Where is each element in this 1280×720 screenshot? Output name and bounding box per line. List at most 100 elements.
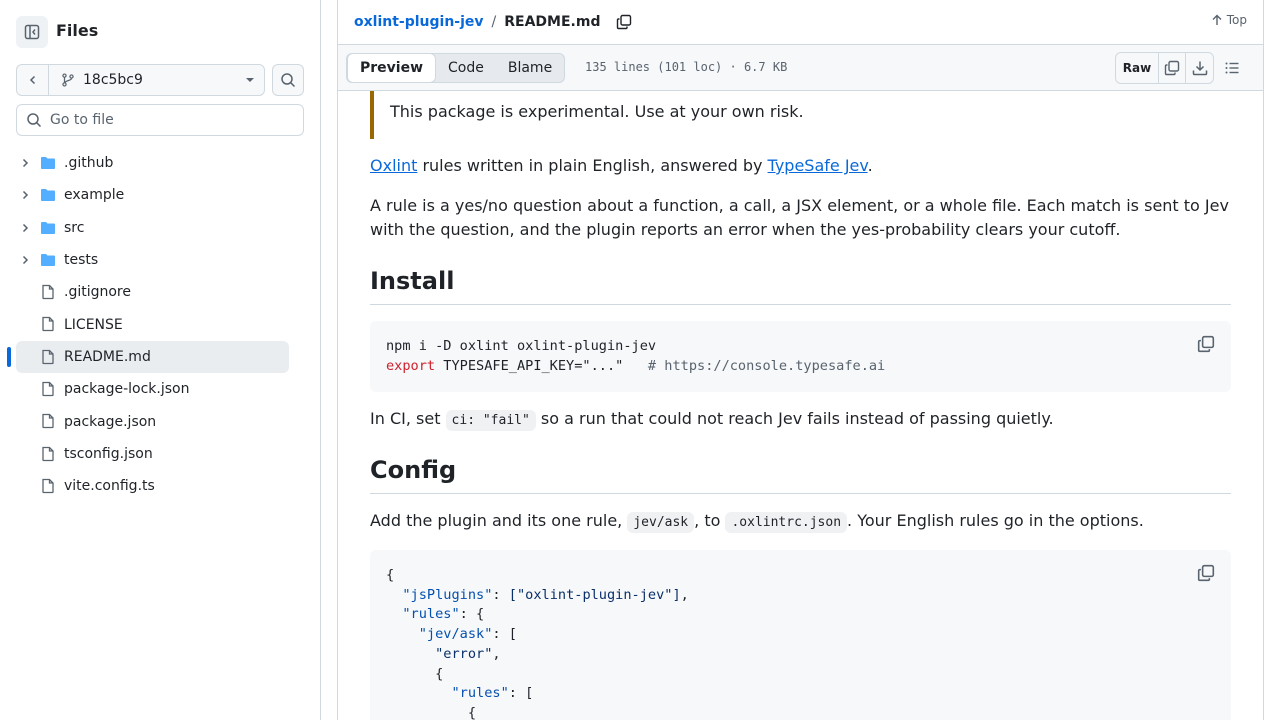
- folder-icon: [40, 155, 56, 171]
- tree-item-label: package.json: [64, 413, 157, 430]
- ci-paragraph: In CI, set ci: "fail" so a run that coul…: [370, 407, 1231, 433]
- file-actions: Raw: [1115, 52, 1214, 84]
- file-viewer: oxlint-plugin-jev / README.md Top Previe…: [337, 0, 1264, 720]
- tree-file[interactable]: LICENSE: [16, 308, 289, 340]
- file-icon: [40, 446, 56, 462]
- top-label: Top: [1226, 13, 1247, 27]
- collapse-sidebar-button[interactable]: [16, 16, 48, 48]
- tree-item-label: package-lock.json: [64, 381, 190, 398]
- install-heading: Install: [370, 266, 1231, 305]
- breadcrumb: oxlint-plugin-jev / README.md: [354, 12, 632, 32]
- branch-selector[interactable]: 18c5bc9: [16, 64, 265, 96]
- outline-button[interactable]: [1218, 56, 1246, 80]
- warning-callout: This package is experimental. Use at you…: [370, 91, 1231, 139]
- folder-icon: [40, 187, 56, 203]
- json-value: "error": [435, 645, 493, 662]
- tree-file[interactable]: tsconfig.json: [16, 438, 289, 470]
- install-code-block: npm i -D oxlint oxlint-plugin-jev export…: [370, 321, 1231, 392]
- file-icon: [40, 381, 56, 397]
- tree-item-label: src: [64, 219, 85, 236]
- sidebar-collapse-icon: [24, 24, 40, 40]
- ci-code: ci: "fail": [445, 410, 536, 431]
- file-icon: [40, 284, 56, 300]
- file-tree: .github example src tests .gitignore LICENSE R…: [7, 147, 289, 502]
- tree-file[interactable]: .gitignore: [16, 276, 289, 308]
- file-icon: [40, 316, 56, 332]
- folder-icon: [40, 252, 56, 268]
- tree-item-label: README.md: [64, 348, 151, 365]
- config-code: { "jsPlugins": ["oxlint-plugin-jev"], "r…: [386, 567, 689, 720]
- intro-end: .: [867, 156, 873, 175]
- copy-icon: [617, 14, 632, 30]
- chevron-right-icon[interactable]: [17, 157, 33, 169]
- search-icon: [27, 113, 42, 128]
- readme-content: This package is experimental. Use at you…: [338, 91, 1263, 720]
- breadcrumb-file: README.md: [504, 14, 601, 30]
- config-paragraph: Add the plugin and its one rule, jev/ask…: [370, 509, 1231, 535]
- json-key: "rules": [451, 685, 509, 702]
- json-key: "rules": [402, 606, 460, 623]
- copy-raw-button[interactable]: [1159, 53, 1186, 83]
- tree-item-label: vite.config.ts: [64, 478, 155, 495]
- raw-button[interactable]: Raw: [1116, 53, 1159, 83]
- copy-icon: [1164, 60, 1180, 76]
- chevron-right-icon[interactable]: [17, 254, 33, 266]
- tree-file[interactable]: package-lock.json: [16, 373, 289, 405]
- tree-item-label: .gitignore: [64, 284, 131, 301]
- code-comment: # https://console.typesafe.ai: [647, 357, 886, 374]
- config-heading: Config: [370, 455, 1231, 494]
- branch-name[interactable]: 18c5bc9: [49, 72, 236, 88]
- tree-folder[interactable]: src: [16, 212, 289, 244]
- file-icon: [40, 478, 56, 494]
- tree-folder[interactable]: example: [16, 179, 289, 211]
- tree-file[interactable]: README.md: [7, 340, 289, 374]
- tab-preview[interactable]: Preview: [347, 53, 437, 83]
- back-button[interactable]: [17, 65, 49, 95]
- copy-icon[interactable]: [1197, 335, 1215, 353]
- copy-icon[interactable]: [1197, 564, 1215, 582]
- copy-path-button[interactable]: [616, 14, 632, 30]
- file-toolbar: Preview Code Blame 135 lines (101 loc) ·…: [338, 45, 1263, 91]
- branch-dropdown-caret[interactable]: [236, 77, 264, 83]
- oxlint-link[interactable]: Oxlint: [370, 156, 417, 175]
- rule-code: jev/ask: [627, 512, 695, 533]
- chevron-left-icon: [29, 75, 35, 85]
- typesafe-jev-link[interactable]: TypeSafe Jev: [768, 156, 868, 175]
- tree-folder[interactable]: tests: [16, 244, 289, 276]
- search-icon: [281, 73, 296, 88]
- json-value: ["oxlint-plugin-jev"]: [508, 586, 681, 603]
- scroll-top-button[interactable]: Top: [1211, 13, 1247, 27]
- config-text: Add the plugin and its one rule,: [370, 511, 628, 530]
- tree-file[interactable]: vite.config.ts: [16, 470, 289, 502]
- file-info: 135 lines (101 loc) · 6.7 KB: [585, 60, 788, 74]
- file-tree-sidebar: Files 18c5bc9 .githubexamplesrctests.git…: [0, 0, 321, 720]
- go-to-file-input[interactable]: [50, 112, 290, 128]
- config-text-mid: , to: [694, 511, 726, 530]
- install-code: npm i -D oxlint oxlint-plugin-jev export…: [386, 337, 885, 376]
- go-to-file-field[interactable]: [16, 104, 304, 136]
- search-files-button[interactable]: [272, 64, 304, 96]
- chevron-right-icon[interactable]: [17, 189, 33, 201]
- caret-down-icon: [246, 78, 254, 82]
- git-branch-icon: [62, 73, 74, 87]
- branch-label: 18c5bc9: [83, 72, 143, 88]
- code-line: TYPESAFE_API_KEY="...": [435, 357, 648, 374]
- chevron-right-icon[interactable]: [17, 222, 33, 234]
- tree-folder[interactable]: .github: [16, 147, 289, 179]
- code-keyword: export: [386, 357, 436, 374]
- json-key: "jsPlugins": [402, 586, 493, 603]
- tree-item-label: tsconfig.json: [64, 445, 153, 462]
- ci-text: In CI, set: [370, 409, 446, 428]
- code-line: {: [435, 665, 444, 682]
- download-button[interactable]: [1186, 53, 1213, 83]
- tab-blame[interactable]: Blame: [496, 54, 564, 82]
- code-line: {: [386, 567, 395, 583]
- tree-file[interactable]: package.json: [16, 405, 289, 437]
- config-code-block: { "jsPlugins": ["oxlint-plugin-jev"], "r…: [370, 550, 1231, 720]
- intro-text: rules written in plain English, answered…: [417, 156, 768, 175]
- list-unordered-icon: [1225, 62, 1239, 74]
- breadcrumb-repo-link[interactable]: oxlint-plugin-jev: [354, 12, 484, 32]
- file-icon: [40, 413, 56, 429]
- sidebar-title: Files: [56, 21, 99, 40]
- tab-code[interactable]: Code: [436, 54, 496, 82]
